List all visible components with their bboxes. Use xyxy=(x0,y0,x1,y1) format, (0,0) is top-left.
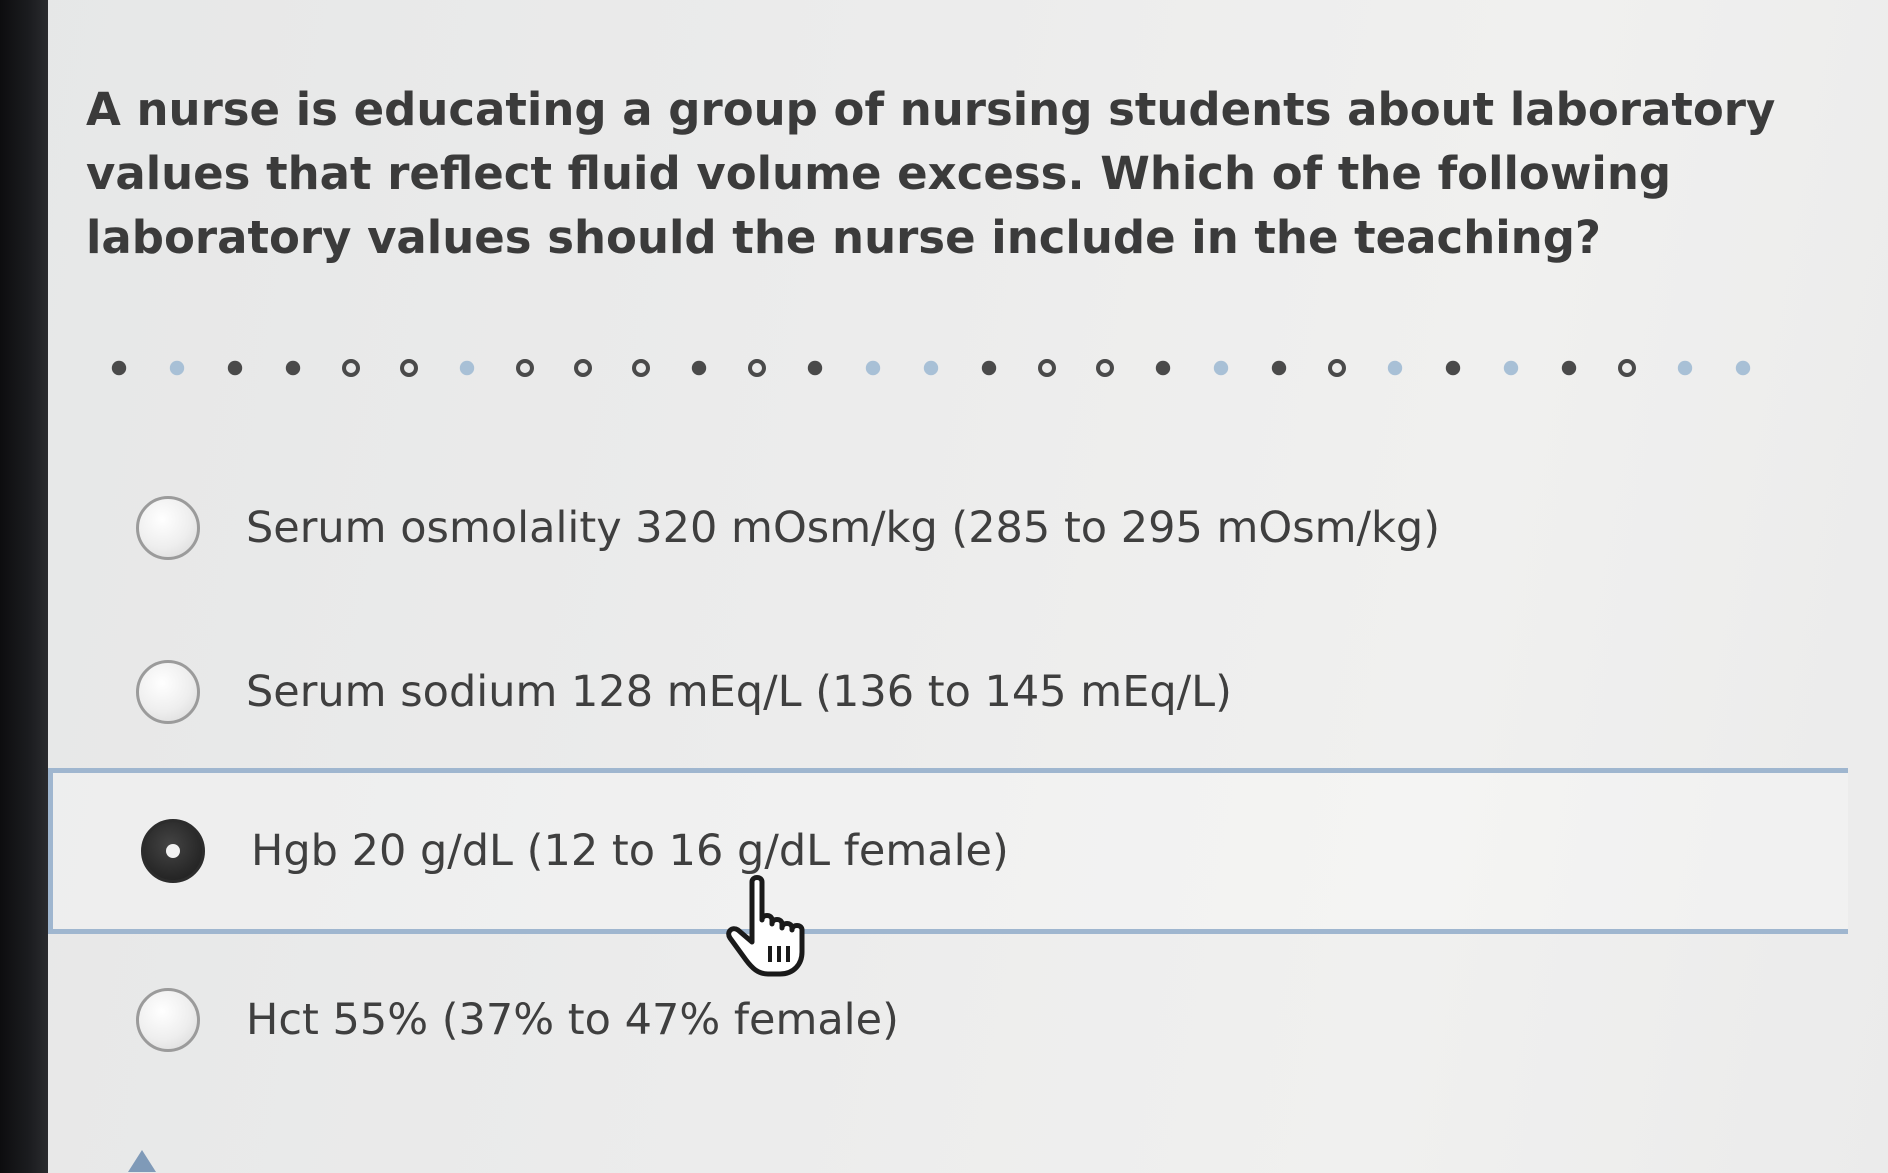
progress-dot-7-skipped[interactable] xyxy=(459,360,475,376)
progress-dot-26-done[interactable] xyxy=(1561,360,1577,376)
progress-dot-19-done[interactable] xyxy=(1155,360,1171,376)
progress-dot-14-skipped[interactable] xyxy=(865,360,881,376)
question-text: A nurse is educating a group of nursing … xyxy=(86,83,1776,264)
progress-dot-8-open[interactable] xyxy=(516,359,534,377)
progress-dot-11-done[interactable] xyxy=(691,360,707,376)
progress-dot-3-done[interactable] xyxy=(227,360,243,376)
progress-dot-29-skipped[interactable] xyxy=(1735,360,1751,376)
progress-dot-22-open[interactable] xyxy=(1328,359,1346,377)
answer-option-2[interactable]: Serum sodium 128 mEq/L (136 to 145 mEq/L… xyxy=(48,612,1848,772)
monitor-bezel xyxy=(0,0,48,1173)
progress-dot-21-done[interactable] xyxy=(1271,360,1287,376)
progress-dot-12-open[interactable] xyxy=(748,359,766,377)
corner-indicator xyxy=(128,1150,156,1172)
radio-button-4[interactable] xyxy=(136,988,200,1052)
progress-dot-25-skipped[interactable] xyxy=(1503,360,1519,376)
radio-button-2[interactable] xyxy=(136,660,200,724)
progress-dot-9-open[interactable] xyxy=(574,359,592,377)
progress-dot-24-done[interactable] xyxy=(1445,360,1461,376)
progress-dot-23-skipped[interactable] xyxy=(1387,360,1403,376)
progress-dot-17-open[interactable] xyxy=(1038,359,1056,377)
answer-option-3-selected[interactable]: Hgb 20 g/dL (12 to 16 g/dL female) xyxy=(48,768,1848,934)
progress-dot-2-skipped[interactable] xyxy=(169,360,185,376)
progress-indicator xyxy=(110,356,1888,380)
progress-dot-5-open[interactable] xyxy=(342,359,360,377)
radio-button-1[interactable] xyxy=(136,496,200,560)
radio-button-3-checked[interactable] xyxy=(141,819,205,883)
progress-dot-16-done[interactable] xyxy=(981,360,997,376)
answer-label-3: Hgb 20 g/dL (12 to 16 g/dL female) xyxy=(251,826,1009,876)
progress-dot-18-open[interactable] xyxy=(1096,359,1114,377)
answer-label-4: Hct 55% (37% to 47% female) xyxy=(246,995,899,1045)
progress-dot-15-skipped[interactable] xyxy=(923,360,939,376)
answer-option-4[interactable]: Hct 55% (37% to 47% female) xyxy=(48,940,1848,1100)
progress-dot-6-open[interactable] xyxy=(400,359,418,377)
progress-dot-1-done[interactable] xyxy=(111,360,127,376)
progress-dot-20-skipped[interactable] xyxy=(1213,360,1229,376)
progress-dot-28-skipped[interactable] xyxy=(1677,360,1693,376)
progress-dot-10-open[interactable] xyxy=(632,359,650,377)
progress-dot-13-done[interactable] xyxy=(807,360,823,376)
progress-dot-4-done[interactable] xyxy=(285,360,301,376)
progress-dot-27-open[interactable] xyxy=(1618,359,1636,377)
answer-label-1: Serum osmolality 320 mOsm/kg (285 to 295… xyxy=(246,503,1441,553)
answer-label-2: Serum sodium 128 mEq/L (136 to 145 mEq/L… xyxy=(246,667,1232,717)
screen: A nurse is educating a group of nursing … xyxy=(0,0,1888,1173)
answer-option-1[interactable]: Serum osmolality 320 mOsm/kg (285 to 295… xyxy=(48,448,1848,608)
